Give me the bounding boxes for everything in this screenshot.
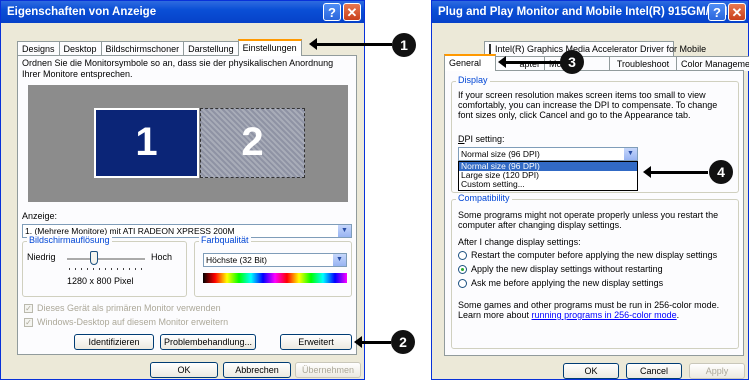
title-bar[interactable]: Eigenschaften von Anzeige — [1, 1, 364, 23]
color-quality-group: Farbqualität Höchste (32 Bit) ▼ — [194, 235, 352, 297]
tab-screensaver[interactable]: Bildschirmschoner — [100, 41, 185, 56]
dpi-option-custom[interactable]: Custom setting... — [459, 180, 637, 189]
resolution-slider-track[interactable] — [67, 258, 145, 261]
troubleshoot-button[interactable]: Problembehandlung... — [160, 334, 256, 350]
callout-1: 1 — [392, 33, 416, 57]
monitor-arrangement: 1 2 — [28, 85, 348, 202]
cancel-button[interactable]: Cancel — [626, 363, 682, 379]
help-button[interactable]: ? — [323, 3, 341, 21]
display-label: Anzeige: — [22, 211, 58, 221]
window-title: Plug and Play Monitor and Mobile Intel(R… — [438, 6, 738, 18]
primary-monitor-label: Dieses Gerät als primären Monitor verwen… — [37, 303, 221, 313]
monitor-1-icon[interactable]: 1 — [94, 108, 199, 178]
tab-appearance[interactable]: Darstellung — [183, 41, 239, 56]
color-mode-note: Some games and other programs must be ru… — [458, 300, 720, 310]
title-bar[interactable]: Plug and Play Monitor and Mobile Intel(R… — [432, 1, 748, 23]
close-button[interactable]: ✕ — [728, 3, 746, 21]
color-spectrum-bar — [203, 273, 347, 283]
advanced-button[interactable]: Erweitert — [280, 334, 352, 350]
restart-radio-label: Restart the computer before applying the… — [471, 250, 718, 260]
callout-2: 2 — [391, 330, 415, 354]
tab-desktop[interactable]: Desktop — [58, 41, 102, 56]
compat-description: Some programs might not operate properly… — [458, 210, 719, 230]
resolution-value: 1280 x 800 Pixel — [67, 276, 134, 286]
tab-troubleshoot[interactable]: Troubleshoot — [609, 56, 677, 71]
identify-button[interactable]: Identifizieren — [74, 334, 154, 350]
compatibility-group-title: Compatibility — [456, 193, 512, 203]
close-button[interactable]: ✕ — [343, 3, 361, 21]
dpi-dropdown-list: Normal size (96 DPI) Large size (120 DPI… — [458, 161, 638, 191]
ok-button[interactable]: OK — [563, 363, 619, 379]
apply-button[interactable]: Apply — [689, 363, 745, 379]
display-properties-window: Eigenschaften von Anzeige ? ✕ Designs De… — [0, 0, 365, 380]
resolution-group: Bildschirmauflösung Niedrig Hoch 1280 x … — [22, 235, 187, 297]
display-group-title: Display — [456, 75, 490, 85]
chevron-down-icon[interactable]: ▼ — [624, 148, 637, 160]
slider-ticks — [69, 268, 145, 270]
tab-designs[interactable]: Designs — [17, 41, 60, 56]
ask-me-radio-label: Ask me before applying the new display s… — [471, 278, 664, 288]
learn-more-suffix: . — [676, 310, 680, 320]
color-quality-value: Höchste (32 Bit) — [206, 255, 267, 265]
tab-color-management[interactable]: Color Management — [676, 56, 749, 71]
color-mode-link[interactable]: running programs in 256-color mode — [532, 310, 677, 320]
display-description: If your screen resolution makes screen i… — [458, 90, 718, 120]
ask-me-radio[interactable] — [458, 279, 467, 288]
dpi-select[interactable]: Normal size (96 DPI) ▼ — [458, 147, 638, 161]
callout-4-arrow — [643, 166, 708, 178]
callout-1-arrow — [309, 38, 392, 50]
chevron-down-icon[interactable]: ▼ — [333, 254, 346, 266]
apply-button[interactable]: Übernehmen — [295, 362, 361, 378]
dpi-label-text: PI setting: — [464, 134, 505, 144]
monitor-properties-window: Plug and Play Monitor and Mobile Intel(R… — [431, 0, 749, 380]
after-change-label: After I change display settings: — [458, 237, 581, 247]
callout-3: 3 — [560, 50, 584, 74]
res-low-label: Niedrig — [27, 252, 56, 262]
extend-desktop-label: Windows-Desktop auf diesem Monitor erwei… — [37, 317, 229, 327]
resolution-group-title: Bildschirmauflösung — [27, 235, 112, 245]
color-quality-title: Farbqualität — [199, 235, 251, 245]
callout-2-arrow — [354, 336, 391, 348]
tab-strip: General apter Mo Troubleshoot Color Mana… — [444, 54, 749, 71]
callout-3-arrow — [498, 56, 563, 68]
primary-monitor-checkbox[interactable]: ✓ — [24, 304, 33, 313]
dpi-select-value: Normal size (96 DPI) — [461, 149, 540, 159]
monitor-2-icon[interactable]: 2 — [200, 108, 305, 178]
res-high-label: Hoch — [151, 252, 173, 262]
learn-more-prefix: Learn more about — [458, 310, 532, 320]
settings-panel: Ordnen Sie die Monitorsymbole so an, das… — [17, 55, 357, 355]
ok-button[interactable]: OK — [150, 362, 218, 378]
callout-4: 4 — [709, 160, 733, 184]
window-title: Eigenschaften von Anzeige — [7, 6, 157, 18]
tab-intel-driver-label: Intel(R) Graphics Media Accelerator Driv… — [495, 44, 707, 54]
general-panel: Display If your screen resolution makes … — [444, 70, 744, 356]
help-button[interactable]: ? — [708, 3, 726, 21]
compatibility-group: Compatibility Some programs might not op… — [451, 193, 739, 349]
color-quality-select[interactable]: Höchste (32 Bit) ▼ — [203, 253, 347, 267]
apply-without-restart-radio[interactable] — [458, 265, 467, 274]
resolution-slider-thumb[interactable] — [90, 251, 99, 265]
apply-without-restart-label: Apply the new display settings without r… — [471, 264, 663, 274]
extend-desktop-checkbox[interactable]: ✓ — [24, 318, 33, 327]
tab-strip: Designs Desktop Bildschirmschoner Darste… — [17, 39, 302, 56]
monitor-icon — [489, 44, 491, 54]
display-group: Display If your screen resolution makes … — [451, 75, 739, 193]
dpi-label: DPI setting: — [458, 134, 505, 144]
tab-general[interactable]: General — [444, 54, 496, 71]
tab-settings[interactable]: Einstellungen — [237, 39, 302, 56]
instruction-text: Ordnen Sie die Monitorsymbole so an, das… — [22, 58, 334, 79]
restart-radio[interactable] — [458, 251, 467, 260]
cancel-button[interactable]: Abbrechen — [223, 362, 291, 378]
chevron-down-icon[interactable]: ▼ — [338, 225, 351, 237]
learn-more-line: Learn more about running programs in 256… — [458, 310, 734, 320]
